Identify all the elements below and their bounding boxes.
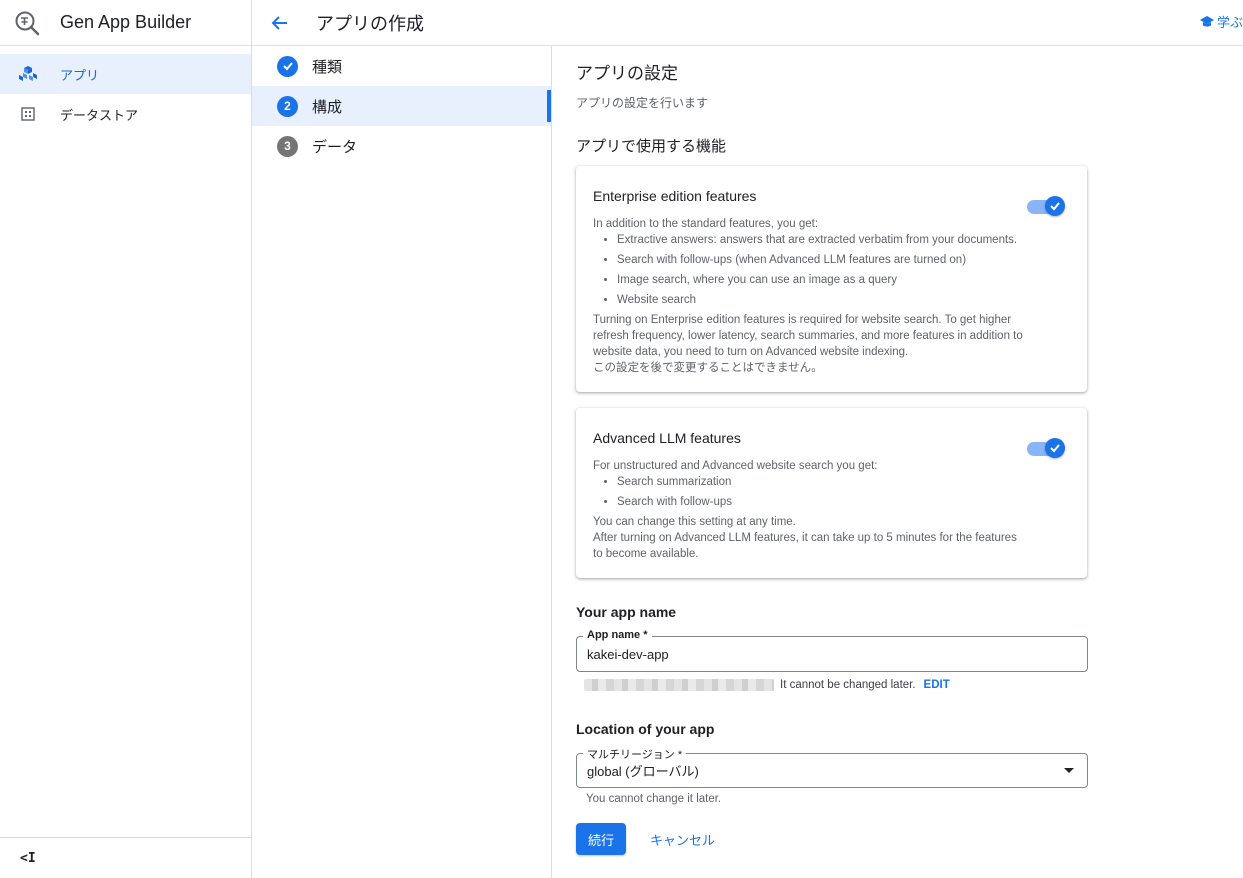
page-title: アプリの作成 — [316, 13, 424, 34]
app-id-hint: It cannot be changed later. — [780, 679, 916, 691]
llm-toggle[interactable] — [1027, 438, 1065, 458]
location-heading: Location of your app — [576, 721, 715, 737]
section-subtitle: アプリの設定を行います — [576, 96, 709, 110]
redacted-app-id — [584, 679, 774, 691]
app-name-input: kakei-dev-app — [587, 646, 669, 662]
back-button[interactable] — [268, 11, 292, 35]
app-name-label: App name * — [583, 629, 652, 641]
section-title: アプリの設定 — [576, 64, 678, 83]
step-config[interactable]: 2 構成 — [252, 86, 551, 126]
app-name-heading: Your app name — [576, 604, 677, 620]
enterprise-note-ja: この設定を後で変更することはできません。 — [593, 362, 823, 374]
form-actions: 続行 キャンセル — [576, 823, 1088, 855]
continue-button[interactable]: 続行 — [576, 823, 627, 855]
step-type[interactable]: 種類 — [252, 46, 551, 86]
datastore-grid-icon — [18, 104, 38, 124]
features-title: アプリで使用する機能 — [576, 138, 727, 155]
left-nav: Gen App Builder アプリ データストア <I — [0, 0, 252, 878]
list-item: Search with follow-ups (when Advanced LL… — [617, 252, 1023, 268]
sidebar-item-datastore[interactable]: データストア — [0, 94, 251, 134]
list-item: Search with follow-ups — [617, 494, 1023, 510]
location-label: マルチリージョン * — [583, 746, 687, 762]
llm-bullets: Search summarization Search with follow-… — [593, 474, 1023, 510]
step-number-badge: 3 — [277, 135, 298, 157]
check-icon — [1045, 438, 1065, 458]
school-icon — [1199, 15, 1214, 26]
learn-button[interactable]: 学ぶ — [1199, 12, 1243, 31]
enterprise-note: Turning on Enterprise edition features i… — [593, 314, 1023, 358]
step-label: データ — [312, 138, 358, 156]
step-number-badge: 2 — [277, 95, 298, 117]
location-hint: You cannot change it later. — [586, 793, 722, 805]
llm-note: You can change this setting at any time. — [593, 516, 796, 528]
enterprise-toggle[interactable] — [1027, 196, 1065, 216]
list-item: Website search — [617, 292, 1023, 308]
llm-intro: For unstructured and Advanced website se… — [593, 460, 878, 472]
stepper: 種類 2 構成 3 データ — [252, 46, 552, 878]
step-data[interactable]: 3 データ — [252, 126, 551, 166]
llm-title: Advanced LLM features — [593, 430, 741, 446]
arrow-back-icon — [271, 15, 287, 30]
edit-app-id-button[interactable]: EDIT — [924, 679, 950, 691]
sidebar-item-label: アプリ — [60, 67, 100, 83]
enterprise-description: In addition to the standard features, yo… — [593, 216, 1023, 376]
step-label: 構成 — [312, 98, 343, 116]
llm-note: After turning on Advanced LLM features, … — [593, 532, 1017, 560]
collapse-nav-button[interactable]: <I — [0, 837, 251, 878]
step-label: 種類 — [312, 58, 343, 76]
learn-label: 学ぶ — [1216, 15, 1243, 30]
app-title: Gen App Builder — [60, 12, 192, 32]
collapse-icon: <I — [20, 850, 36, 866]
app-name-field[interactable]: App name * kakei-dev-app — [576, 629, 1088, 672]
dropdown-arrow-icon — [1064, 768, 1074, 773]
location-value: global (グローバル) — [587, 764, 699, 779]
sidebar-item-apps[interactable]: アプリ — [0, 54, 251, 94]
enterprise-features-card: Enterprise edition features In addition … — [576, 166, 1087, 392]
main-content: アプリの設定 アプリの設定を行います アプリで使用する機能 Enterprise… — [576, 46, 1088, 855]
llm-description: For unstructured and Advanced website se… — [593, 458, 1023, 562]
list-item: Search summarization — [617, 474, 1023, 490]
llm-features-card: Advanced LLM features For unstructured a… — [576, 408, 1087, 578]
enterprise-bullets: Extractive answers: answers that are ext… — [593, 232, 1023, 308]
sidebar-item-label: データストア — [60, 107, 139, 123]
check-circle-icon — [277, 55, 298, 77]
cancel-button[interactable]: キャンセル — [650, 830, 715, 849]
list-item: Extractive answers: answers that are ext… — [617, 232, 1023, 248]
location-select[interactable]: マルチリージョン * global (グローバル) — [576, 746, 1088, 788]
brand: Gen App Builder — [0, 0, 251, 46]
check-icon — [1045, 196, 1065, 216]
app-id-row: It cannot be changed later. EDIT — [576, 679, 1088, 691]
apps-cubes-icon — [18, 64, 38, 84]
enterprise-title: Enterprise edition features — [593, 188, 757, 204]
gen-app-builder-logo-icon — [15, 11, 40, 35]
enterprise-intro: In addition to the standard features, yo… — [593, 218, 819, 230]
list-item: Image search, where you can use an image… — [617, 272, 1023, 288]
top-bar: アプリの作成 学ぶ — [252, 0, 1243, 46]
